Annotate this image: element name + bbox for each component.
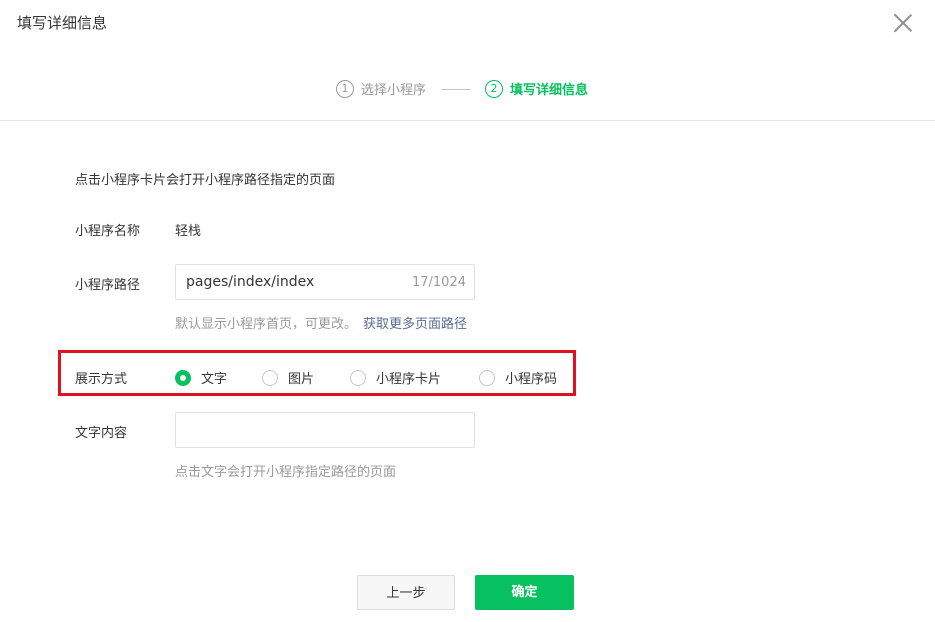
step-number-1: 1 [336,79,354,98]
miniprogram-path-input[interactable]: pages/index/index 17/1024 [175,264,475,300]
step-label-1: 选择小程序 [361,83,427,98]
radio-checked-icon [175,369,191,386]
miniprogram-name-value: 轻栈 [175,224,202,239]
radio-unchecked-icon [350,369,366,386]
step-indicator: 1 选择小程序 2 填写详细信息 [0,79,935,99]
miniprogram-path-label: 小程序路径 [75,278,141,293]
more-paths-link[interactable]: 获取更多页面路径 [363,317,467,332]
radio-unchecked-icon [262,369,278,386]
radio-text[interactable]: 文字 [175,368,227,387]
radio-card-label: 小程序卡片 [376,372,442,387]
step-connector [441,89,471,90]
radio-unchecked-icon [479,369,495,386]
confirm-button[interactable]: 确定 [475,575,574,610]
text-content-label: 文字内容 [75,426,128,441]
path-char-counter: 17/1024 [411,275,466,290]
step-number-2: 2 [485,79,503,98]
miniprogram-name-label: 小程序名称 [75,224,141,239]
step-label-2: 填写详细信息 [510,83,589,98]
radio-miniprogram-card[interactable]: 小程序卡片 [350,368,441,387]
text-content-hint: 点击文字会打开小程序指定路径的页面 [175,465,397,480]
step-fill-details: 2 填写详细信息 [485,79,588,98]
radio-code-label: 小程序码 [505,372,558,387]
path-hint: 默认显示小程序首页，可更改。 获取更多页面路径 [175,313,467,332]
radio-image[interactable]: 图片 [262,368,314,387]
form-description: 点击小程序卡片会打开小程序路径指定的页面 [75,173,336,188]
close-icon[interactable] [892,12,914,34]
path-hint-text: 默认显示小程序首页，可更改。 [175,317,358,332]
header-divider [0,120,935,121]
path-input-value: pages/index/index [186,274,315,290]
step-select-miniprogram: 1 选择小程序 [336,79,426,98]
previous-step-button[interactable]: 上一步 [357,575,455,610]
text-content-input[interactable] [175,412,475,448]
radio-image-label: 图片 [288,372,315,387]
dialog-title: 填写详细信息 [17,14,108,32]
radio-text-label: 文字 [201,372,228,387]
display-mode-label: 展示方式 [75,372,128,387]
radio-miniprogram-code[interactable]: 小程序码 [479,368,557,387]
